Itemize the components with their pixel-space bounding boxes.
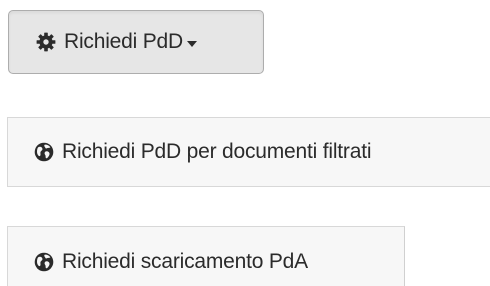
- request-pdd-label: Richiedi PdD: [64, 30, 183, 53]
- caret-down-icon: [187, 41, 197, 47]
- gear-icon: [36, 32, 56, 52]
- request-pda-download-button[interactable]: Richiedi scaricamento PdA: [7, 226, 405, 286]
- globe-icon: [34, 142, 54, 162]
- globe-icon: [34, 252, 54, 272]
- action-panel: Richiedi PdD Richiedi PdD per documenti …: [0, 0, 490, 286]
- request-pdd-filtered-label: Richiedi PdD per documenti filtrati: [62, 140, 372, 163]
- request-pdd-dropdown-button[interactable]: Richiedi PdD: [8, 10, 264, 74]
- request-pda-download-label: Richiedi scaricamento PdA: [62, 249, 308, 273]
- request-pdd-filtered-button[interactable]: Richiedi PdD per documenti filtrati: [7, 117, 490, 187]
